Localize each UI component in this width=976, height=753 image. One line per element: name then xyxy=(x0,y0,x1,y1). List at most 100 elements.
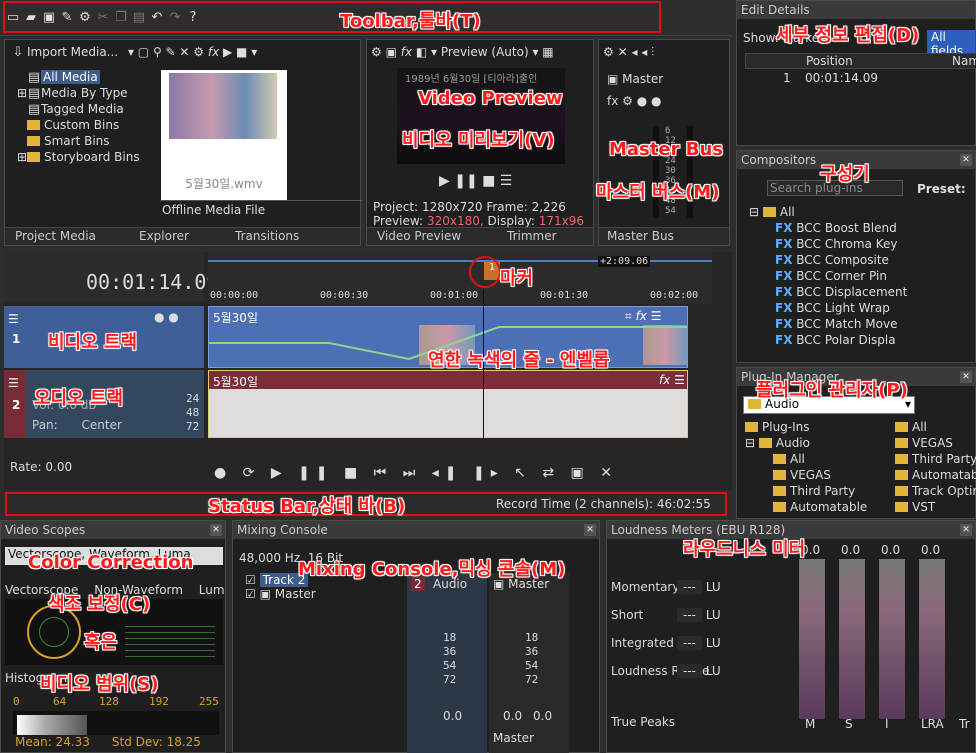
list-item[interactable]: ⊟ Audio xyxy=(745,436,879,452)
plugin-select[interactable]: Audio ▾ xyxy=(743,396,915,414)
edit-details-title: Edit Details xyxy=(737,1,975,19)
preview-info: Project: 1280x720 Frame: 2,226 Preview: … xyxy=(373,200,585,228)
list-item[interactable]: FX BCC Boost Blend xyxy=(749,221,909,237)
tab-vectorscope[interactable]: Vectorscope xyxy=(5,583,78,597)
vectorscope xyxy=(5,599,223,665)
show-select[interactable]: Marker xyxy=(783,31,824,45)
tree-item[interactable]: ▤Tagged Media xyxy=(17,102,159,118)
ruler-tick: 00:01:00 xyxy=(430,290,479,301)
histogram-stats: Mean: 24.33 Std Dev: 18.25 xyxy=(15,735,201,749)
list-item[interactable]: ☑ ▣ Master xyxy=(245,587,395,601)
close-icon[interactable]: ✕ xyxy=(584,524,596,536)
list-item[interactable]: Track Optim xyxy=(895,484,976,500)
list-item[interactable]: ☑ Track 2 xyxy=(245,573,395,587)
import-media-button[interactable]: Import Media... xyxy=(27,45,118,59)
list-item[interactable]: FX BCC Chroma Key xyxy=(749,237,909,253)
envelope-line[interactable] xyxy=(209,307,689,369)
project-media-tabs: Project Media Explorer Transitions xyxy=(5,227,360,245)
loudness-meters-panel: Loudness Meters (EBU R128) ✕ Momentary Sh… xyxy=(606,520,976,753)
list-item[interactable]: VEGAS xyxy=(895,436,976,452)
close-icon[interactable]: ✕ xyxy=(960,154,972,166)
preview-overlay-text: 1989년 6월30일 [티아라]출인 xyxy=(405,74,538,85)
tab-project-media[interactable]: Project Media xyxy=(15,229,96,243)
loudness-title: Loudness Meters (EBU R128) xyxy=(607,521,975,539)
list-item[interactable]: FX BCC Corner Pin xyxy=(749,269,909,285)
master-label: ▣ Master xyxy=(607,72,664,86)
channel-master: ▣ Master 18 36 54 72 0.0 0.0 Master xyxy=(489,573,569,753)
list-item[interactable]: Third Party xyxy=(895,452,976,468)
loudness-values: --- LU --- LU --- LU --- LU xyxy=(677,573,753,685)
list-item[interactable]: Third Party xyxy=(745,484,879,500)
tab-trimmer[interactable]: Trimmer xyxy=(507,229,557,243)
audio-event[interactable]: 5월30일 fx ☰ xyxy=(208,370,688,438)
histogram-label: Histogram xyxy=(5,671,68,685)
plugin-tree: Plug-Ins ⊟ Audio All VEGAS Third Party A… xyxy=(745,420,879,516)
list-item[interactable]: VST xyxy=(895,500,976,516)
tree-item[interactable]: ▤ All Media xyxy=(17,70,159,86)
mixing-console-title: Mixing Console xyxy=(233,521,599,539)
transport-bar: ● ⟳ ▶ ❚❚ ■ ⏮ ⏭ ◂❚ ❚▸ ↖ ⇄ ▣ ✕ xyxy=(214,465,618,481)
list-item[interactable]: FX BCC Polar Displa xyxy=(749,333,909,349)
tree-item[interactable]: ⊞ Storyboard Bins xyxy=(17,150,159,166)
media-tree: ▤ All Media ⊞▤Media By Type ▤Tagged Media… xyxy=(17,70,159,166)
list-item[interactable]: Plug-Ins xyxy=(745,420,879,436)
mixing-console-panel: Mixing Console ✕ 48,000 Hz, 16 Bit ☑ Trac… xyxy=(232,520,600,753)
timecode: 00:01:14.09 xyxy=(86,270,219,294)
video-event[interactable]: 5월30일 ⌗ fx ☰ xyxy=(208,306,688,368)
playhead[interactable] xyxy=(483,290,484,440)
media-status-area: Offline Media File xyxy=(160,200,362,227)
table-row[interactable]: 1 00:01:14.09 xyxy=(745,71,976,87)
close-icon[interactable]: ✕ xyxy=(960,371,972,383)
edit-details-panel: Edit Details Show: Marker All fields Pos… xyxy=(736,0,976,146)
ruler[interactable]: +2:09.06 1 00:00:00 00:00:30 00:01:00 00… xyxy=(208,252,712,304)
list-item[interactable]: All xyxy=(895,420,976,436)
media-thumbnail[interactable]: 5월30일.wmv xyxy=(161,70,287,200)
list-item[interactable]: FX BCC Match Move xyxy=(749,317,909,333)
list-item[interactable]: Automatable xyxy=(895,468,976,484)
edit-details-header: PositionName xyxy=(745,53,976,69)
preview-tabs: Video Preview Trimmer xyxy=(367,227,593,245)
list-item[interactable]: All xyxy=(745,452,879,468)
compositors-tree: ⊟ All FX BCC Boost Blend FX BCC Chroma K… xyxy=(749,205,909,349)
project-media-toolbar: ⇩ Import Media... ▾ ▢ ⚲ ✎ ✕ ⚙ fx ▶ ■ ▾ xyxy=(9,45,359,63)
timeline-area: 00:01:14.09 +2:09.06 1 00:00:00 00:00:30… xyxy=(4,252,732,490)
tab-explorer[interactable]: Explorer xyxy=(139,229,189,243)
plugin-search[interactable]: Search plug-ins xyxy=(767,180,903,196)
compositors-panel: Compositors ✕ Search plug-ins Preset: ⊟ A… xyxy=(736,150,976,363)
tree-item[interactable]: ⊞▤Media By Type xyxy=(17,86,159,102)
track-header-area: 00:01:14.09 xyxy=(4,252,218,302)
preview-toolbar: ⚙ ▣ fx ◧ ▾ Preview (Auto) ▾ ▦ xyxy=(371,45,554,59)
plugin-list: All VEGAS Third Party Automatable Track … xyxy=(895,420,976,516)
tab-waveform[interactable]: Non-Waveform xyxy=(94,583,183,597)
video-scopes-title: Video Scopes xyxy=(1,521,225,539)
tree-item[interactable]: Custom Bins xyxy=(17,118,159,134)
list-item[interactable]: VEGAS xyxy=(745,468,879,484)
close-icon[interactable]: ✕ xyxy=(210,524,222,536)
tab-video-preview[interactable]: Video Preview xyxy=(377,229,461,243)
tab-master-bus[interactable]: Master Bus xyxy=(607,229,674,243)
list-item[interactable]: FX BCC Composite xyxy=(749,253,909,269)
edit-details-show: Show: Marker xyxy=(743,31,825,45)
audio-track-header[interactable]: ☰ 2 Vol: 0.0 dB Pan: Center 24 48 72 xyxy=(4,370,204,438)
tree-item[interactable]: Smart Bins xyxy=(17,134,159,150)
list-item[interactable]: ⊟ All xyxy=(749,205,909,221)
preview-mode-select[interactable]: Preview (Auto) xyxy=(441,45,529,59)
scopes-select[interactable]: Vectorscope, Waveform, Luma xyxy=(5,547,223,565)
media-status: Offline Media File xyxy=(162,203,266,217)
tab-luminance[interactable]: Luminance xyxy=(199,583,225,597)
master-fx-icons: fx ⚙ ● ● xyxy=(607,94,662,108)
close-icon[interactable]: ✕ xyxy=(960,524,972,536)
tab-transitions[interactable]: Transitions xyxy=(235,229,299,243)
true-peaks-label: True Peaks xyxy=(611,715,676,729)
marker-circle xyxy=(469,256,501,288)
plugin-manager-panel: Plug-In Manager ✕ Audio ▾ Plug-Ins ⊟ Audio… xyxy=(736,367,976,519)
list-item[interactable]: Automatable xyxy=(745,500,879,516)
video-track-header[interactable]: ☰ 1 ● ● xyxy=(4,306,204,368)
list-item[interactable]: FX BCC Displacement xyxy=(749,285,909,301)
mixer-track-list: ☑ Track 2 ☑ ▣ Master xyxy=(245,573,395,601)
loudness-bars: 0.0 0.0 0.0 0.0 M S I LRA Tr xyxy=(799,543,970,731)
preset-label: Preset: xyxy=(917,182,966,196)
import-icon[interactable]: ⇩ xyxy=(9,45,27,60)
master-bus-toolbar: ⚙ ✕ ◂ ◂ ⫶ xyxy=(603,45,655,59)
list-item[interactable]: FX BCC Light Wrap xyxy=(749,301,909,317)
